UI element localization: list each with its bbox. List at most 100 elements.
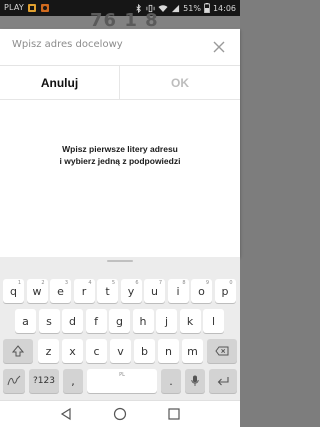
key-i[interactable]: i8 bbox=[167, 279, 189, 303]
key-number-hint: 0 bbox=[229, 280, 233, 286]
background-text: 76 1 8 bbox=[90, 10, 159, 31]
address-input-row bbox=[0, 29, 240, 66]
key-label: a bbox=[22, 314, 29, 328]
key-b[interactable]: b bbox=[134, 339, 155, 363]
key-u[interactable]: u7 bbox=[144, 279, 165, 303]
recents-icon[interactable] bbox=[166, 407, 182, 421]
key-label: m bbox=[187, 344, 198, 358]
battery-percent: 51% bbox=[183, 3, 201, 13]
key-label: y bbox=[127, 284, 135, 298]
key-t[interactable]: t5 bbox=[97, 279, 118, 303]
key-q[interactable]: q1 bbox=[3, 279, 24, 303]
key-number-hint: 7 bbox=[158, 280, 162, 286]
backspace-icon bbox=[215, 346, 229, 356]
key-label: h bbox=[139, 314, 147, 328]
key-number-hint: 8 bbox=[182, 280, 186, 286]
hint-text: Wpisz pierwsze litery adresu i wybierz j… bbox=[10, 143, 230, 167]
key-label: k bbox=[186, 314, 194, 328]
key-label: j bbox=[164, 314, 169, 328]
microphone-icon bbox=[191, 375, 199, 386]
key-label: d bbox=[69, 314, 76, 328]
handwriting-key[interactable] bbox=[3, 369, 25, 393]
close-icon[interactable] bbox=[212, 40, 226, 54]
key-label: w bbox=[32, 284, 42, 298]
key-s[interactable]: s bbox=[38, 309, 60, 333]
key-number-hint: 2 bbox=[41, 280, 45, 286]
key-label: q bbox=[10, 284, 17, 298]
key-z[interactable]: z bbox=[38, 339, 59, 363]
period-key[interactable]: . bbox=[161, 369, 181, 393]
wifi-icon bbox=[158, 4, 168, 12]
address-dialog: Anuluj OK Wpisz pierwsze litery adresu i… bbox=[0, 29, 240, 257]
cancel-button[interactable]: Anuluj bbox=[0, 66, 120, 100]
key-label: e bbox=[57, 284, 64, 298]
key-label: x bbox=[69, 344, 76, 358]
symbols-key[interactable]: ?123 bbox=[29, 369, 59, 393]
key-label: n bbox=[165, 344, 172, 358]
key-label: c bbox=[93, 344, 100, 358]
key-e[interactable]: e3 bbox=[50, 279, 71, 303]
ok-button[interactable]: OK bbox=[120, 66, 240, 100]
dialog-buttons: Anuluj OK bbox=[0, 66, 240, 100]
keyboard-handle[interactable] bbox=[0, 257, 240, 265]
key-p[interactable]: p0 bbox=[214, 279, 236, 303]
key-number-hint: 6 bbox=[135, 280, 139, 286]
enter-icon bbox=[217, 377, 229, 386]
home-icon[interactable] bbox=[112, 407, 128, 421]
key-r[interactable]: r4 bbox=[73, 279, 95, 303]
enter-key[interactable] bbox=[209, 369, 237, 393]
hint-line-1: Wpisz pierwsze litery adresu bbox=[62, 144, 178, 154]
key-label: p bbox=[221, 284, 229, 298]
key-c[interactable]: c bbox=[86, 339, 107, 363]
key-o[interactable]: o9 bbox=[191, 279, 212, 303]
key-label: t bbox=[105, 284, 110, 298]
shift-key[interactable] bbox=[3, 339, 33, 363]
key-f[interactable]: f bbox=[85, 309, 107, 333]
key-number-hint: 9 bbox=[205, 280, 209, 286]
notification-icon bbox=[28, 4, 36, 12]
hint-line-2: i wybierz jedną z podpowiedzi bbox=[59, 156, 181, 166]
clock: 14:06 bbox=[212, 3, 236, 13]
key-label: i bbox=[176, 284, 180, 298]
key-n[interactable]: n bbox=[158, 339, 179, 363]
signal-icon bbox=[172, 4, 180, 12]
key-label: z bbox=[45, 344, 52, 358]
address-input[interactable] bbox=[12, 39, 202, 50]
key-label: s bbox=[46, 314, 52, 328]
key-k[interactable]: k bbox=[179, 309, 201, 333]
battery-icon bbox=[204, 3, 210, 13]
navigation-bar bbox=[0, 400, 240, 427]
space-language-label: PL bbox=[119, 372, 125, 378]
key-number-hint: 4 bbox=[88, 280, 92, 286]
key-label: f bbox=[94, 314, 98, 328]
key-w[interactable]: w2 bbox=[26, 279, 48, 303]
key-d[interactable]: d bbox=[62, 309, 83, 333]
carrier-name: PLAY bbox=[4, 3, 25, 12]
key-a[interactable]: a bbox=[15, 309, 36, 333]
key-v[interactable]: v bbox=[110, 339, 131, 363]
on-screen-keyboard: ?123 , PL . q1w2e3r4t5y6u7i8o9p0asdfghjk… bbox=[0, 257, 240, 400]
key-g[interactable]: g bbox=[109, 309, 130, 333]
key-y[interactable]: y6 bbox=[120, 279, 142, 303]
voice-input-key[interactable] bbox=[185, 369, 205, 393]
back-icon[interactable] bbox=[58, 407, 74, 421]
handwriting-icon bbox=[7, 375, 21, 386]
key-label: g bbox=[116, 314, 123, 328]
space-key[interactable]: PL bbox=[87, 369, 157, 393]
shift-icon bbox=[12, 345, 24, 357]
key-label: b bbox=[141, 344, 148, 358]
key-h[interactable]: h bbox=[132, 309, 154, 333]
key-number-hint: 1 bbox=[17, 280, 21, 286]
key-j[interactable]: j bbox=[156, 309, 177, 333]
key-label: v bbox=[117, 344, 124, 358]
key-x[interactable]: x bbox=[62, 339, 83, 363]
key-label: r bbox=[81, 284, 87, 298]
app-notification-icon bbox=[41, 4, 49, 12]
key-number-hint: 3 bbox=[64, 280, 68, 286]
backspace-key[interactable] bbox=[207, 339, 237, 363]
key-number-hint: 5 bbox=[111, 280, 115, 286]
key-l[interactable]: l bbox=[203, 309, 224, 333]
key-m[interactable]: m bbox=[182, 339, 203, 363]
key-label: u bbox=[151, 284, 158, 298]
comma-key[interactable]: , bbox=[63, 369, 83, 393]
